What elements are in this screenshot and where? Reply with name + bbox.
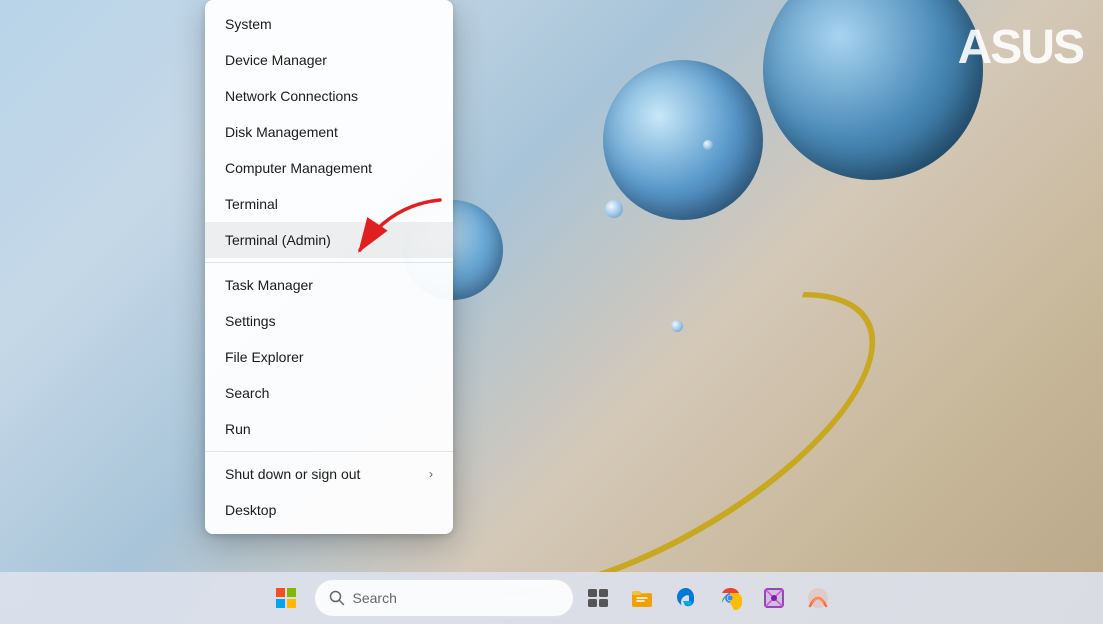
menu-divider-2 (205, 451, 453, 452)
bg-bubble-tiny-3 (703, 140, 713, 150)
menu-item-terminal-admin[interactable]: Terminal (Admin) (205, 222, 453, 258)
menu-item-settings[interactable]: Settings (205, 303, 453, 339)
menu-item-device-manager[interactable]: Device Manager (205, 42, 453, 78)
submenu-arrow-icon: › (429, 467, 433, 481)
edge-icon (674, 586, 698, 610)
taskbar-center: Search (266, 578, 838, 618)
menu-item-network-connections[interactable]: Network Connections (205, 78, 453, 114)
bg-bubble-tiny-1 (605, 200, 623, 218)
task-view-icon (586, 586, 610, 610)
menu-item-file-explorer[interactable]: File Explorer (205, 339, 453, 375)
menu-item-desktop[interactable]: Desktop (205, 492, 453, 528)
menu-item-computer-management[interactable]: Computer Management (205, 150, 453, 186)
taskbar-snipping-tool[interactable] (754, 578, 794, 618)
taskbar-chrome[interactable] (710, 578, 750, 618)
taskbar-file-manager[interactable] (622, 578, 662, 618)
desktop: ASUS System Device Manager Network Conne… (0, 0, 1103, 624)
menu-item-task-manager[interactable]: Task Manager (205, 267, 453, 303)
windows-logo-icon (275, 587, 297, 609)
menu-divider-1 (205, 262, 453, 263)
taskbar-arc-browser[interactable] (798, 578, 838, 618)
menu-item-run[interactable]: Run (205, 411, 453, 447)
taskbar-search[interactable]: Search (314, 579, 574, 617)
taskbar-task-view[interactable] (578, 578, 618, 618)
bg-bubble-large (763, 0, 983, 180)
menu-item-shut-down[interactable]: Shut down or sign out › (205, 456, 453, 492)
file-manager-icon (630, 586, 654, 610)
search-placeholder: Search (353, 590, 397, 606)
asus-logo: ASUS (958, 20, 1083, 75)
start-button[interactable] (266, 578, 306, 618)
arc-browser-icon (806, 586, 830, 610)
search-icon (329, 590, 345, 606)
bg-bubble-medium (603, 60, 763, 220)
taskbar-edge[interactable] (666, 578, 706, 618)
menu-item-terminal[interactable]: Terminal (205, 186, 453, 222)
chrome-icon (718, 586, 742, 610)
snipping-tool-icon (762, 586, 786, 610)
menu-item-search[interactable]: Search (205, 375, 453, 411)
menu-item-system[interactable]: System (205, 6, 453, 42)
taskbar: Search (0, 572, 1103, 624)
menu-item-disk-management[interactable]: Disk Management (205, 114, 453, 150)
context-menu: System Device Manager Network Connection… (205, 0, 453, 534)
